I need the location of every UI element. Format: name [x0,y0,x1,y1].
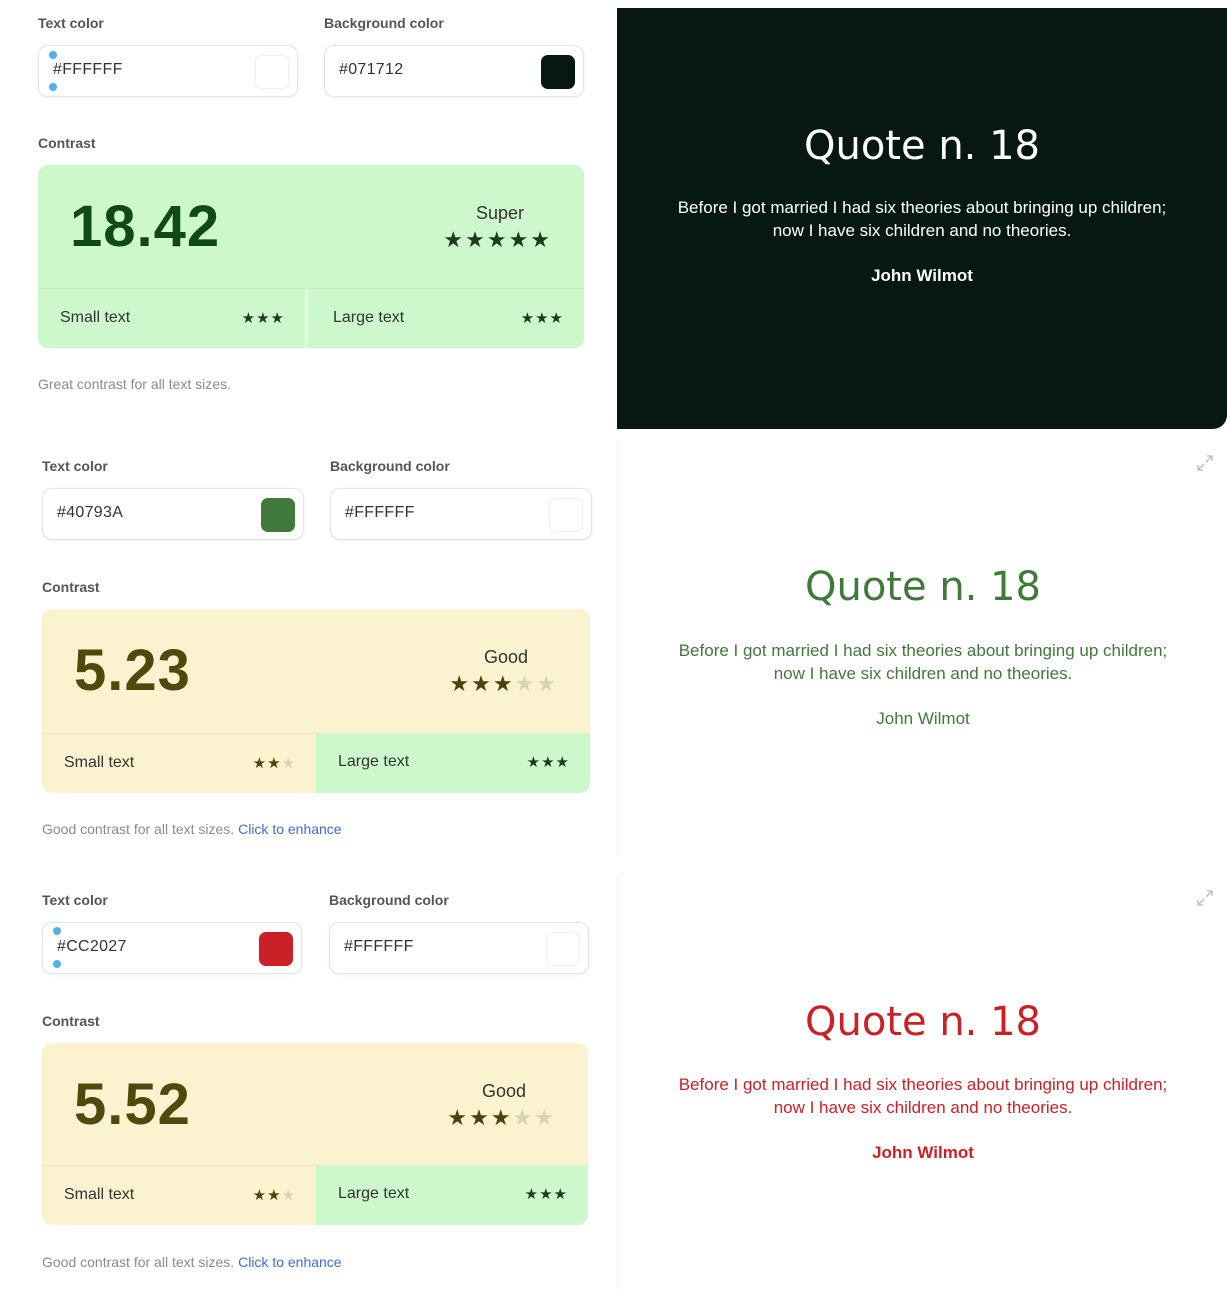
small-text-stars: ★★★ [252,1187,296,1204]
enhance-link[interactable]: Click to enhance [238,1254,342,1270]
contrast-card: 18.42 Super ★★★★★ Small text ★★★ Large t… [38,165,584,348]
quote-preview: Quote n. 18 Before I got married I had s… [617,442,1228,854]
quote-author: John Wilmot [871,266,973,285]
large-text-label: Large text [338,1185,410,1202]
expand-icon[interactable] [1196,889,1214,907]
background-color-swatch[interactable] [549,498,583,532]
background-color-swatch[interactable] [546,932,580,966]
quote-body: Before I got married I had six theories … [677,198,1167,240]
text-color-swatch[interactable] [259,932,293,966]
contrast-label: Contrast [42,1013,100,1029]
quote-preview: Quote n. 18 Before I got married I had s… [617,877,1228,1289]
selection-handle-bottom[interactable] [49,83,57,91]
rating-stars: ★★★★★ [443,227,552,252]
text-color-input[interactable]: #40793A [42,488,304,540]
contrast-note: Good contrast for all text sizes. Click … [42,821,342,837]
small-text-stars: ★★★ [252,755,296,772]
controls-section: Text color Background color #40793A #FFF… [0,442,610,862]
text-size-ratings: Small text ★★★ Large text ★★★ [42,733,590,793]
contrast-card: 5.52 Good ★★★★★ Small text ★★★ Large tex… [42,1043,588,1225]
background-color-value: #FFFFFF [345,504,415,521]
contrast-label: Contrast [42,579,100,595]
small-text-rating: Small text ★★★ [38,288,308,348]
background-color-swatch[interactable] [541,55,575,89]
quote-title: Quote n. 18 [804,123,1040,169]
small-text-label: Small text [60,309,131,326]
text-color-value: #FFFFFF [53,61,123,78]
contrast-card: 5.23 Good ★★★★★ Small text ★★★ Large tex… [42,609,590,793]
selection-handle-top[interactable] [49,51,57,59]
rating-label: Good [481,1081,526,1101]
rating-label: Super [475,203,524,223]
quote-body: Before I got married I had six theories … [678,1075,1168,1117]
background-color-label: Background color [329,892,449,908]
contrast-note: Great contrast for all text sizes. [38,376,231,392]
large-text-label: Large text [333,309,405,326]
enhance-link[interactable]: Click to enhance [238,821,342,837]
controls-section: Text color Background color #FFFFFF #071… [0,0,610,430]
expand-icon[interactable] [1196,454,1214,472]
background-color-label: Background color [324,15,444,31]
contrast-score: 18.42 [70,194,221,259]
text-color-label: Text color [42,892,108,908]
quote-body: Before I got married I had six theories … [678,641,1168,683]
background-color-input[interactable]: #071712 [324,45,584,97]
small-text-label: Small text [64,1186,135,1203]
rating-stars: ★★★★★ [449,671,558,696]
background-color-value: #071712 [339,61,404,78]
large-text-stars: ★★★ [520,310,564,327]
small-text-rating: Small text ★★★ [42,1165,316,1225]
contrast-score: 5.23 [74,638,191,703]
large-text-stars: ★★★ [524,1186,568,1203]
text-color-value: #40793A [57,504,124,521]
selection-handle-top[interactable] [53,927,61,935]
large-text-stars: ★★★ [526,754,570,771]
text-color-input[interactable]: #FFFFFF [38,45,298,97]
quote-title: Quote n. 18 [805,999,1041,1045]
contrast-checker-panel-2: Text color Background color #40793A #FFF… [0,442,1230,862]
selection-handle-bottom[interactable] [53,960,61,968]
background-color-label: Background color [330,458,450,474]
text-color-swatch[interactable] [261,498,295,532]
rating-stars: ★★★★★ [447,1105,556,1130]
quote-title: Quote n. 18 [805,564,1041,610]
small-text-rating: Small text ★★★ [42,733,316,793]
large-text-label: Large text [338,753,410,770]
text-color-input[interactable]: #CC2027 [42,922,302,974]
contrast-note: Good contrast for all text sizes. Click … [42,1254,342,1270]
background-color-input[interactable]: #FFFFFF [330,488,592,540]
small-text-stars: ★★★ [241,310,285,327]
text-color-label: Text color [38,15,104,31]
contrast-label: Contrast [38,135,96,151]
text-size-ratings: Small text ★★★ Large text ★★★ [42,1165,588,1225]
contrast-checker-panel-3: Text color Background color #CC2027 #FFF… [0,877,1230,1290]
quote-author: John Wilmot [876,709,970,728]
text-color-value: #CC2027 [57,938,127,955]
large-text-rating: Large text ★★★ [311,288,584,348]
quote-preview: Quote n. 18 Before I got married I had s… [617,8,1227,429]
quote-author: John Wilmot [872,1143,974,1162]
large-text-rating: Large text ★★★ [316,733,590,793]
text-color-label: Text color [42,458,108,474]
small-text-label: Small text [64,754,135,771]
background-color-input[interactable]: #FFFFFF [329,922,589,974]
background-color-value: #FFFFFF [344,938,414,955]
contrast-checker-panel-1: Text color Background color #FFFFFF #071… [0,0,1230,430]
large-text-rating: Large text ★★★ [316,1165,588,1225]
text-color-swatch[interactable] [255,55,289,89]
controls-section: Text color Background color #CC2027 #FFF… [0,877,610,1290]
rating-label: Good [483,647,528,667]
text-size-ratings: Small text ★★★ Large text ★★★ [38,288,584,348]
contrast-score: 5.52 [74,1072,191,1137]
